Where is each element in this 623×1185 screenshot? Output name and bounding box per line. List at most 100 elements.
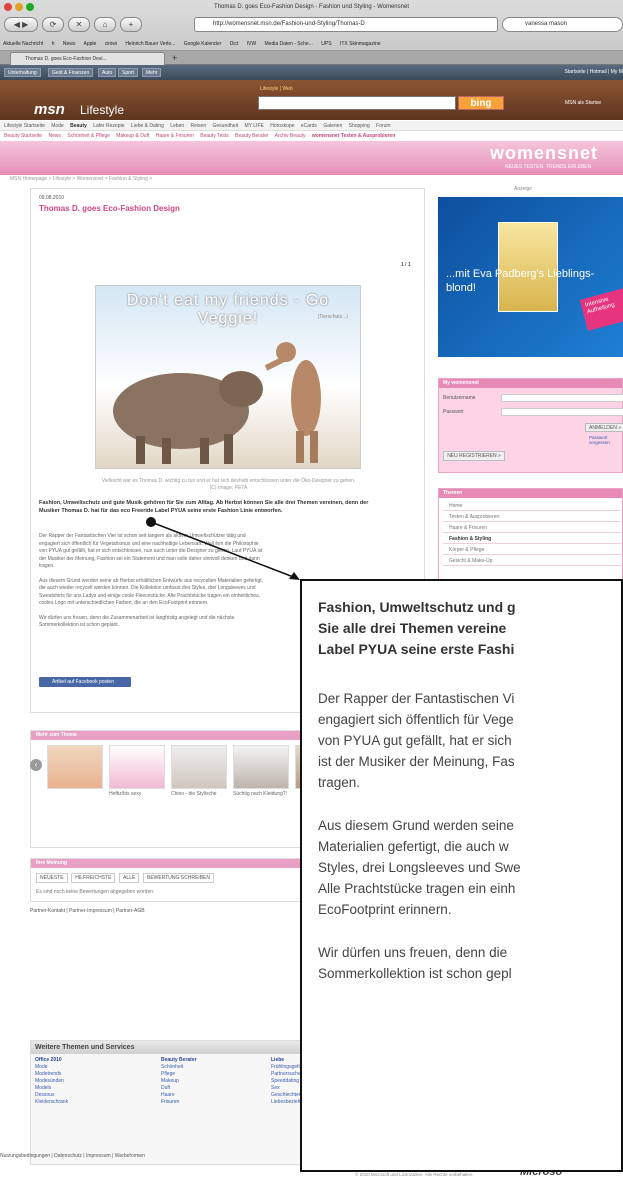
services-link[interactable]: Pflege (161, 1071, 175, 1077)
password-input[interactable] (501, 408, 623, 416)
cat-item[interactable]: Reisen (191, 123, 207, 129)
back-forward-button[interactable]: ◀ ▶ (4, 17, 38, 32)
theme-item[interactable]: Testen & Ausprobieren (443, 512, 621, 522)
related-caption[interactable]: Heftiz/bis sexy (109, 791, 165, 798)
close-window-icon[interactable] (4, 3, 12, 11)
facebook-share-button[interactable]: Artikel auf Facebook posten (39, 677, 131, 687)
related-thumb[interactable] (47, 745, 103, 789)
services-link[interactable]: Duft (161, 1085, 170, 1091)
stop-button[interactable]: ✕ (68, 17, 90, 32)
bookmark-item[interactable]: IVW (247, 41, 256, 47)
nav-geld[interactable]: Geld & Finanzen (48, 68, 94, 77)
theme-item[interactable]: Home (443, 501, 621, 511)
cat-item[interactable]: Forum (376, 123, 390, 129)
sub-item[interactable]: Makeup & Duft (116, 133, 149, 139)
nav-unterhaltung[interactable]: Unterhaltung (4, 68, 41, 77)
bookmark-item[interactable]: Dict (230, 41, 239, 47)
services-link[interactable]: Frisuren (161, 1099, 179, 1105)
reload-button[interactable]: ⟳ (42, 17, 64, 32)
womensnet-logo[interactable]: womensnet (490, 143, 598, 164)
cat-item[interactable]: Lafer Rezepte (93, 123, 124, 129)
bookmark-item[interactable]: Media Daten - Sche... (265, 41, 313, 47)
article-photo[interactable]: Don't eat my friends - Go Veggie! (Tiers… (95, 285, 361, 469)
nav-sport[interactable]: Sport (118, 68, 138, 77)
rating-tab[interactable]: HILFREICHSTE (71, 873, 116, 883)
cat-item[interactable]: Beauty (70, 123, 87, 129)
services-link[interactable]: Dessous (35, 1092, 54, 1098)
services-link[interactable]: Schönheit (161, 1064, 183, 1070)
nav-mehr[interactable]: Mehr (142, 68, 162, 77)
bookmark-item[interactable]: ITX Skinmagazine (340, 41, 381, 47)
related-caption[interactable]: Chino - die Stylische (171, 791, 227, 798)
cat-item[interactable]: Horoskope (270, 123, 294, 129)
carousel-prev-icon[interactable]: ‹ (30, 759, 42, 771)
theme-item-selected[interactable]: Fashion & Styling (443, 534, 621, 544)
cat-item[interactable]: Gesundheit (213, 123, 239, 129)
rating-tab[interactable]: NEUESTE (36, 873, 68, 883)
breadcrumb[interactable]: MSN Homepage > Lifestyle > Womensnet > F… (10, 176, 152, 182)
bookmark-item[interactable]: Aktuelle Nachricht (3, 41, 43, 47)
minimize-window-icon[interactable] (15, 3, 23, 11)
bookmark-item[interactable]: h (52, 41, 55, 47)
username-input[interactable] (501, 394, 623, 402)
msn-startpage-link[interactable]: MSN als Startse (565, 100, 601, 106)
rating-tab[interactable]: BEWERTUNG SCHREIBEN (143, 873, 214, 883)
theme-item[interactable]: Haare & Frisuren (443, 523, 621, 533)
services-link[interactable]: Mode (35, 1064, 48, 1070)
services-col-title[interactable]: Liebe (271, 1057, 284, 1063)
sub-item[interactable]: Beauty Startseite (4, 133, 42, 139)
services-link[interactable]: Modetrends (35, 1071, 61, 1077)
sub-item[interactable]: Beauty Tests (200, 133, 229, 139)
services-col-title[interactable]: Beauty Berater (161, 1057, 197, 1063)
services-col-title[interactable]: Office 2010 (35, 1057, 62, 1063)
sub-item[interactable]: womensnet Testen & Ausprobieren (312, 133, 395, 139)
cat-item[interactable]: Galerien (323, 123, 342, 129)
cat-item[interactable]: MY LIFE (244, 123, 263, 129)
cat-item[interactable]: eCards (301, 123, 317, 129)
cat-item[interactable]: Liebe & Dating (131, 123, 164, 129)
services-link[interactable]: Sex (271, 1085, 280, 1091)
services-link[interactable]: Speeddating (271, 1078, 299, 1084)
bookmark-item[interactable]: ciniwi (105, 41, 117, 47)
theme-item[interactable]: Gesicht & Make-Up (443, 556, 621, 566)
services-link[interactable]: Models (35, 1085, 51, 1091)
services-link[interactable]: Geschlechter (271, 1092, 300, 1098)
address-bar[interactable]: http://womensnet.msn.de/Fashion-und-Styl… (194, 17, 498, 32)
related-thumb[interactable] (233, 745, 289, 789)
bing-search-input[interactable] (258, 96, 456, 110)
services-link[interactable]: Kleiderschrank (35, 1099, 68, 1105)
bookmark-item[interactable]: News (63, 41, 76, 47)
new-tab-icon[interactable]: + (172, 53, 177, 63)
cat-item[interactable]: Lifestyle Startseite (4, 123, 45, 129)
footer-links[interactable]: Nutzungsbedingungen | Datenschutz | Impr… (0, 1153, 145, 1159)
bookmark-item[interactable]: Google Kalender (184, 41, 222, 47)
cat-item[interactable]: Shopping (349, 123, 370, 129)
bookmark-item[interactable]: Apple (84, 41, 97, 47)
rating-tab[interactable]: ALLE (119, 873, 140, 883)
services-link[interactable]: Makeup (161, 1078, 179, 1084)
search-field[interactable]: vanessa mason (502, 17, 623, 32)
services-link[interactable]: Partnersuche (271, 1071, 301, 1077)
sub-item[interactable]: Schönheit & Pflege (67, 133, 110, 139)
related-thumb[interactable] (109, 745, 165, 789)
bookmark-item[interactable]: Heinrich Bauer Verlo... (125, 41, 175, 47)
cat-item[interactable]: Mode (51, 123, 64, 129)
nav-auto[interactable]: Auto (98, 68, 117, 77)
bookmark-item[interactable]: UPS (321, 41, 331, 47)
top-links[interactable]: Startseite | Hotmail | My M (565, 65, 623, 80)
services-link[interactable]: Modesünden (35, 1078, 64, 1084)
register-button[interactable]: NEU REGISTRIEREN » (443, 451, 505, 461)
forgot-password-link[interactable]: Passwort vergessen (589, 435, 622, 445)
related-thumb[interactable] (171, 745, 227, 789)
bing-search-button[interactable]: bing (458, 96, 504, 110)
partner-links[interactable]: Partner-Kontakt | Partner-Impressum | Pa… (30, 908, 145, 914)
sub-item[interactable]: Haare & Frisuren (156, 133, 194, 139)
ad-banner[interactable]: ...mit Eva Padberg's Lieblings-blond! In… (438, 197, 623, 357)
sub-item[interactable]: News (48, 133, 61, 139)
sub-item[interactable]: Beauty Berater (235, 133, 268, 139)
msn-logo[interactable]: msn (34, 101, 65, 118)
cat-item[interactable]: Leben (170, 123, 184, 129)
bookmark-add-button[interactable]: + (120, 17, 142, 32)
services-link[interactable]: Haare (161, 1092, 175, 1098)
home-button[interactable]: ⌂ (94, 17, 116, 32)
